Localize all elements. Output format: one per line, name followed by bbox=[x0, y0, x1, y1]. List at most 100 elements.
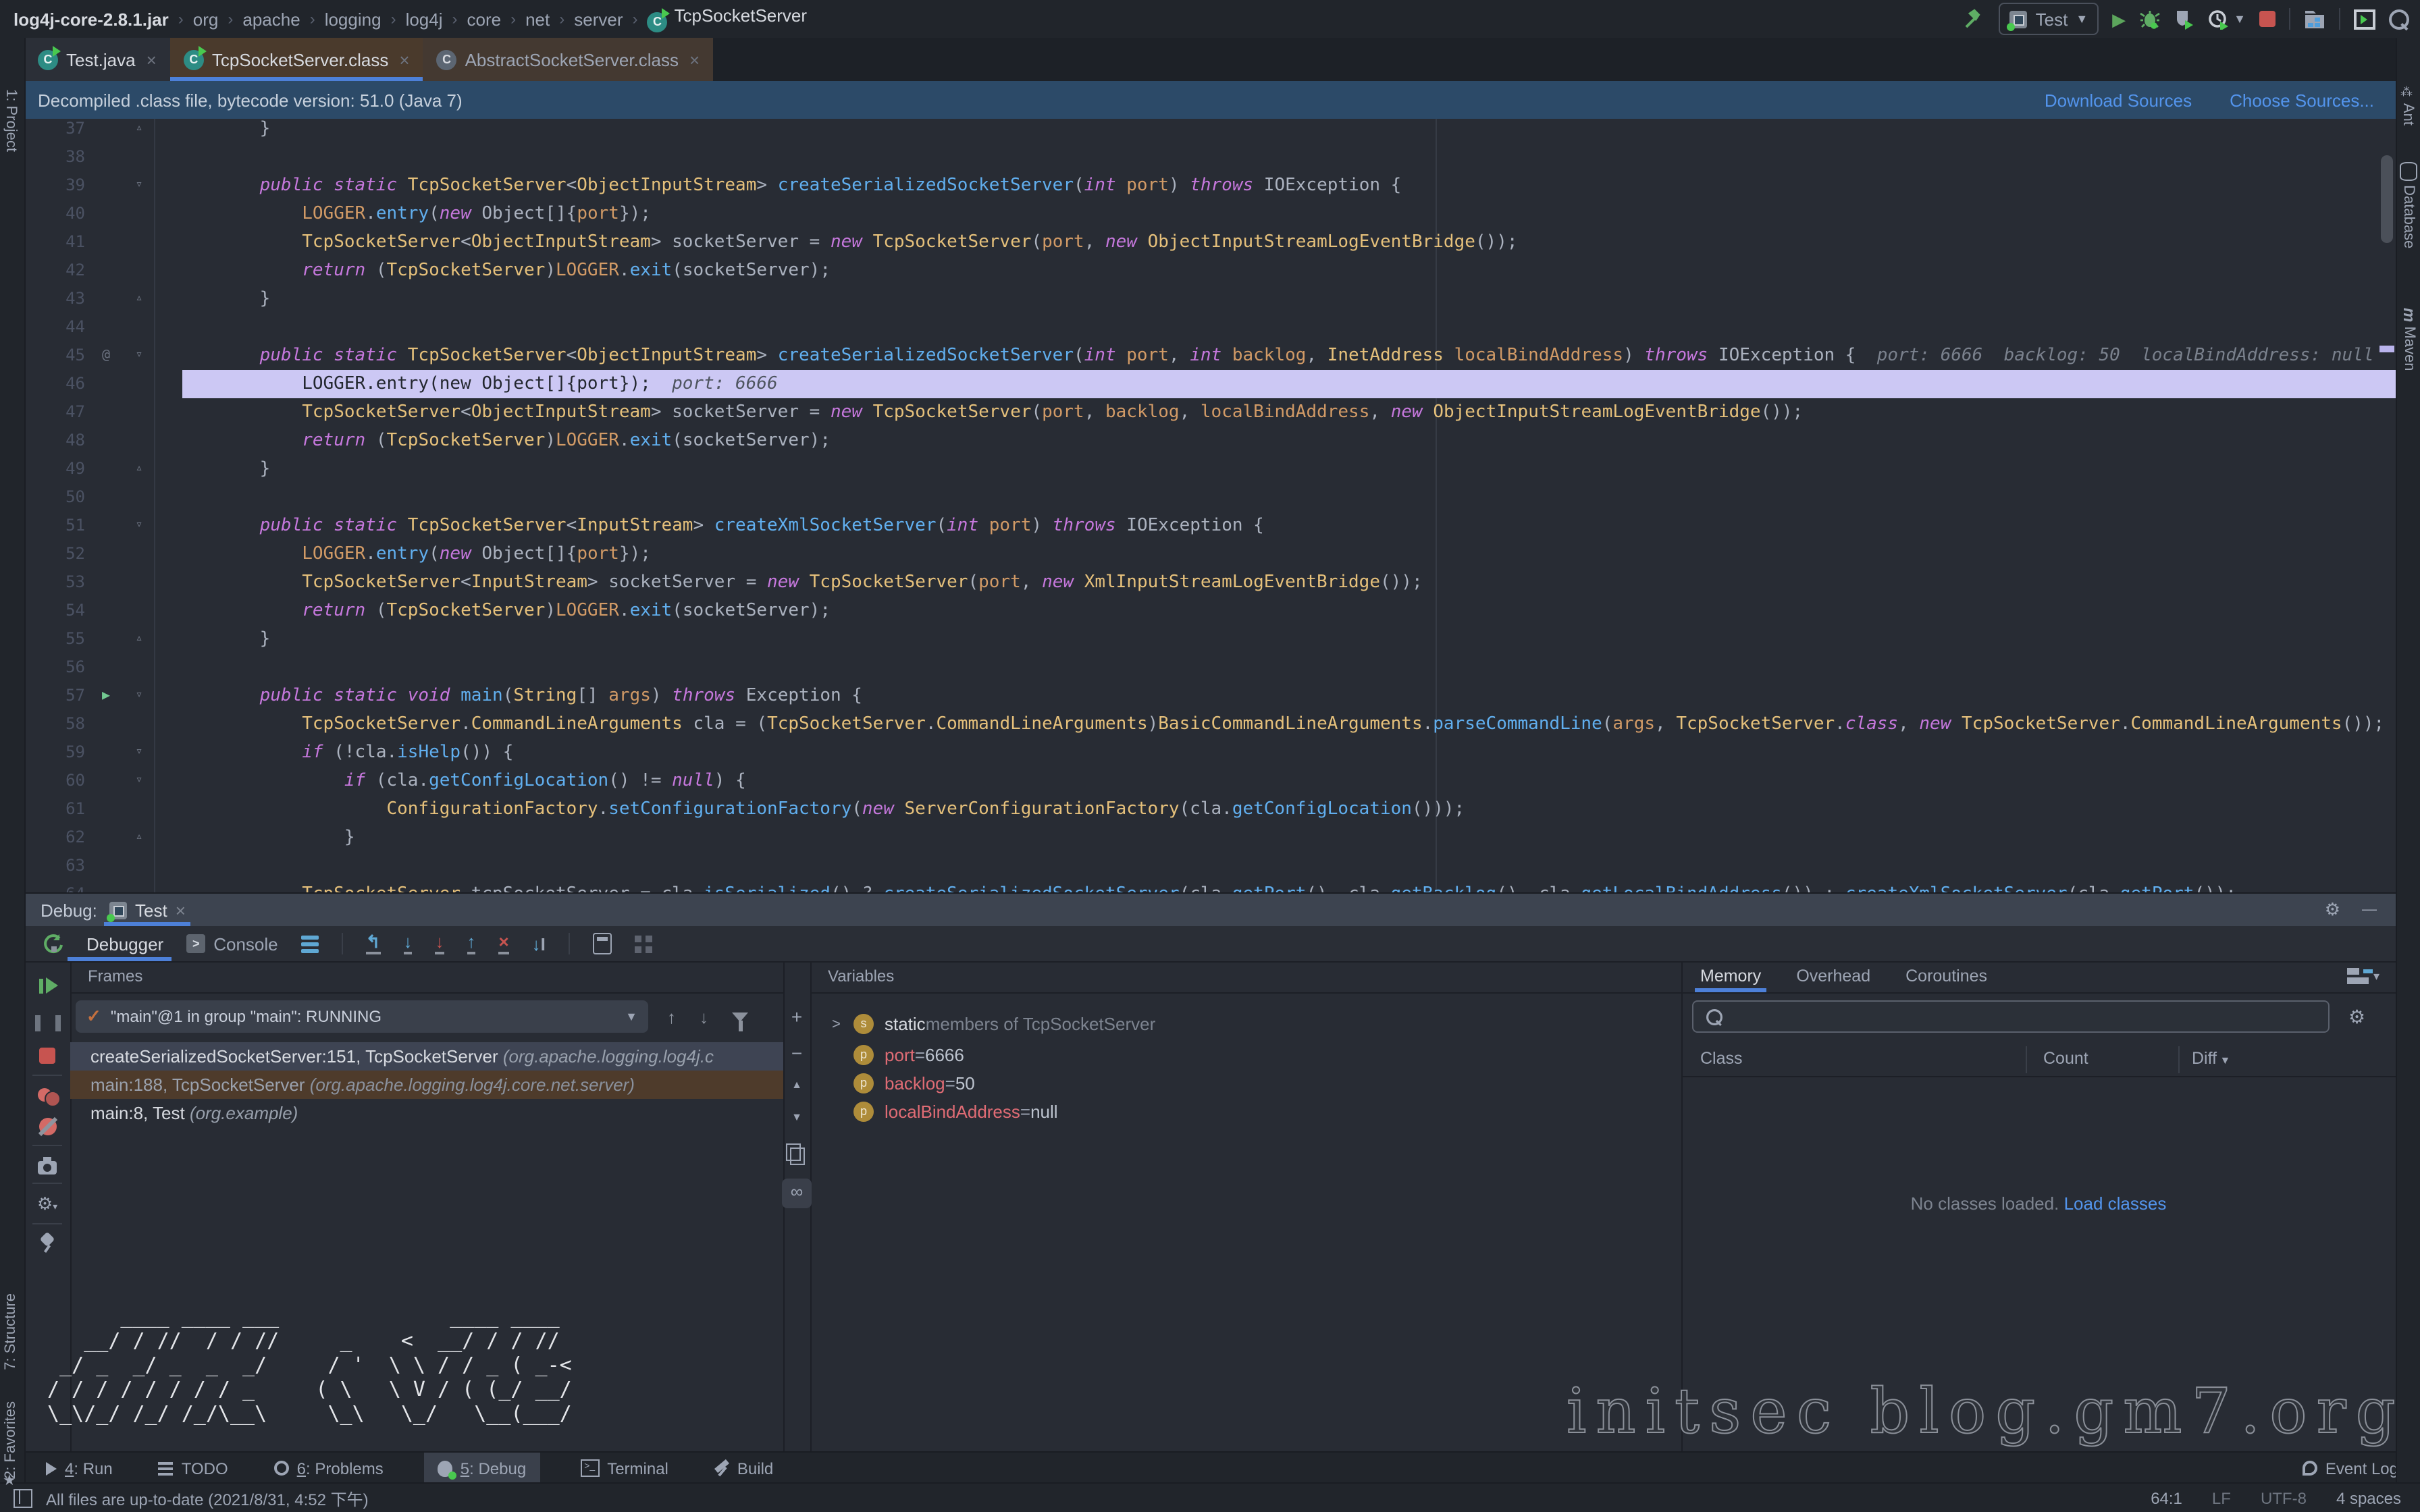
stripe-structure-button[interactable]: 7: Structure bbox=[3, 1293, 19, 1370]
stripe-maven-button[interactable]: m Maven bbox=[2400, 308, 2419, 371]
code-line[interactable]: 53 TcpSocketServer<InputStream> socketSe… bbox=[24, 568, 2396, 597]
memory-tab-Overhead[interactable]: Overhead bbox=[1796, 961, 1870, 992]
breadcrumb[interactable]: log4j-core-2.8.1.jar›org›apache›logging›… bbox=[14, 0, 807, 38]
code-text[interactable]: LOGGER.entry(new Object[]{port}); port: … bbox=[182, 370, 2396, 398]
pin-icon[interactable] bbox=[24, 1234, 70, 1257]
toolbar-button-6: Problems[interactable]: 6: Problems bbox=[269, 1453, 389, 1484]
settings-grid-icon[interactable] bbox=[635, 935, 652, 952]
evaluate-expression-icon[interactable] bbox=[593, 933, 612, 954]
code-line[interactable]: 58 TcpSocketServer.CommandLineArguments … bbox=[24, 710, 2396, 738]
code-text[interactable]: return (TcpSocketServer)LOGGER.exit(sock… bbox=[182, 597, 2396, 625]
prev-frame-icon[interactable]: ↑ bbox=[667, 1000, 676, 1033]
resume-icon[interactable] bbox=[24, 977, 70, 999]
fold-icon[interactable]: ▿ bbox=[124, 171, 154, 200]
code-line[interactable]: 56 bbox=[24, 653, 2396, 682]
duplicate-watch-icon[interactable] bbox=[783, 1148, 810, 1169]
code-line[interactable]: 41 TcpSocketServer<ObjectInputStream> so… bbox=[24, 228, 2396, 256]
fold-icon[interactable]: ▿ bbox=[124, 342, 154, 370]
breadcrumb-item[interactable]: apache bbox=[242, 9, 300, 29]
breadcrumb-item[interactable]: CTcpSocketServer bbox=[648, 5, 808, 32]
banner-link[interactable]: Download Sources bbox=[2045, 90, 2192, 110]
toolbar-button-Build[interactable]: Build bbox=[709, 1453, 779, 1484]
next-frame-icon[interactable]: ↓ bbox=[700, 1000, 708, 1033]
load-classes-link[interactable]: Load classes bbox=[2064, 1193, 2167, 1214]
code-text[interactable] bbox=[182, 313, 2396, 342]
code-line[interactable]: 63 bbox=[24, 852, 2396, 880]
execution-line-marker[interactable] bbox=[2379, 346, 2394, 352]
code-text[interactable]: public static TcpSocketServer<ObjectInpu… bbox=[182, 342, 2396, 370]
chevron-right-icon[interactable]: > bbox=[832, 1016, 853, 1032]
code-text[interactable]: TcpSocketServer<ObjectInputStream> socke… bbox=[182, 228, 2396, 256]
code-text[interactable] bbox=[182, 852, 2396, 880]
code-editor[interactable]: 37▵ }3839▿ public static TcpSocketServer… bbox=[24, 119, 2396, 892]
toolbar-button-5: Debug[interactable]: 5: Debug bbox=[424, 1453, 540, 1484]
code-line[interactable]: 42 return (TcpSocketServer)LOGGER.exit(s… bbox=[24, 256, 2396, 285]
code-line[interactable]: 49▵ } bbox=[24, 455, 2396, 483]
frame-row[interactable]: main:188, TcpSocketServer (org.apache.lo… bbox=[70, 1071, 783, 1099]
close-icon[interactable]: × bbox=[399, 49, 409, 70]
code-line[interactable]: 64 TcpSocketServer tcpSocketServer = cla… bbox=[24, 880, 2396, 892]
code-line[interactable]: 47 TcpSocketServer<ObjectInputStream> so… bbox=[24, 398, 2396, 427]
code-line[interactable]: 50 bbox=[24, 483, 2396, 512]
coverage-button[interactable] bbox=[2174, 8, 2194, 30]
breadcrumb-item[interactable]: server bbox=[574, 9, 623, 29]
stripe-favorites-button[interactable]: 2: Favorites bbox=[3, 1401, 19, 1479]
event-log-button[interactable]: Event Log bbox=[2303, 1453, 2398, 1484]
breadcrumb-item[interactable]: core bbox=[467, 9, 502, 29]
variable-row[interactable]: >sstatic members of TcpSocketServer bbox=[810, 1010, 1155, 1038]
pause-icon[interactable] bbox=[24, 1015, 70, 1035]
mute-breakpoints-icon[interactable] bbox=[24, 1118, 70, 1139]
code-line[interactable]: 51▿ public static TcpSocketServer<InputS… bbox=[24, 512, 2396, 540]
code-line[interactable]: 43▵ } bbox=[24, 285, 2396, 313]
show-watches-icon[interactable]: ∞ bbox=[783, 1181, 810, 1202]
variable-row[interactable]: pport = 6666 bbox=[810, 1041, 964, 1069]
run-anything-icon[interactable] bbox=[2354, 9, 2375, 29]
line-ending[interactable]: LF bbox=[2212, 1489, 2231, 1508]
code-text[interactable]: } bbox=[182, 455, 2396, 483]
code-line[interactable]: 39▿ public static TcpSocketServer<Object… bbox=[24, 171, 2396, 200]
run-to-cursor-icon[interactable]: ↓I bbox=[532, 935, 546, 952]
close-icon[interactable]: × bbox=[689, 49, 700, 70]
fold-icon[interactable]: ▿ bbox=[124, 738, 154, 767]
step-over-icon[interactable]: ↓ bbox=[403, 933, 412, 954]
code-line[interactable]: 62▵ } bbox=[24, 824, 2396, 852]
code-text[interactable]: } bbox=[182, 824, 2396, 852]
thread-selector[interactable]: ✓ "main"@1 in group "main": RUNNING ▼ bbox=[76, 1000, 648, 1033]
drop-frame-icon[interactable]: × bbox=[498, 933, 508, 954]
breadcrumb-item[interactable]: org bbox=[193, 9, 219, 29]
code-text[interactable] bbox=[182, 483, 2396, 512]
variable-row[interactable]: pbacklog = 50 bbox=[810, 1069, 975, 1098]
code-line[interactable]: 48 return (TcpSocketServer)LOGGER.exit(s… bbox=[24, 427, 2396, 455]
stop-button[interactable] bbox=[2259, 11, 2276, 27]
search-everywhere-icon[interactable] bbox=[2389, 9, 2409, 29]
memory-column-Count[interactable]: Count bbox=[2043, 1049, 2088, 1068]
breadcrumb-item[interactable]: logging bbox=[325, 9, 382, 29]
code-text[interactable]: TcpSocketServer tcpSocketServer = cla.is… bbox=[182, 880, 2396, 892]
code-line[interactable]: 44 bbox=[24, 313, 2396, 342]
code-line[interactable]: 37▵ } bbox=[24, 119, 2396, 143]
memory-column-Class[interactable]: Class bbox=[1700, 1049, 1743, 1068]
code-line[interactable]: 38 bbox=[24, 143, 2396, 171]
thread-dump-camera-icon[interactable] bbox=[24, 1158, 70, 1179]
memory-tab-Memory[interactable]: Memory bbox=[1700, 961, 1761, 992]
code-line[interactable]: 60▿ if (cla.getConfigLocation() != null)… bbox=[24, 767, 2396, 795]
editor-tab-AbstractSocketServer.class[interactable]: CAbstractSocketServer.class× bbox=[423, 38, 714, 81]
close-icon[interactable]: × bbox=[176, 900, 186, 920]
file-encoding[interactable]: UTF-8 bbox=[2261, 1489, 2307, 1508]
stripe-database-button[interactable]: Database bbox=[2400, 162, 2417, 248]
caret-position[interactable]: 64:1 bbox=[2151, 1489, 2182, 1508]
close-icon[interactable]: × bbox=[147, 49, 157, 70]
status-panel-icon[interactable] bbox=[14, 1489, 32, 1508]
fold-icon[interactable]: ▵ bbox=[124, 824, 154, 852]
code-line[interactable]: 40 LOGGER.entry(new Object[]{port}); bbox=[24, 200, 2396, 228]
fold-icon[interactable]: ▵ bbox=[124, 119, 154, 143]
code-text[interactable]: public static void main(String[] args) t… bbox=[182, 682, 2396, 710]
code-text[interactable]: return (TcpSocketServer)LOGGER.exit(sock… bbox=[182, 427, 2396, 455]
breadcrumb-item[interactable]: log4j-core-2.8.1.jar bbox=[14, 9, 169, 29]
memory-search-input[interactable] bbox=[1733, 1006, 2317, 1027]
code-line[interactable]: 59▿ if (!cla.isHelp()) { bbox=[24, 738, 2396, 767]
debug-gear-icon[interactable]: ⚙▾ bbox=[24, 1193, 70, 1215]
project-structure-icon[interactable] bbox=[2304, 9, 2325, 29]
chevron-down-icon[interactable]: ▼ bbox=[2234, 12, 2246, 26]
code-text[interactable]: return (TcpSocketServer)LOGGER.exit(sock… bbox=[182, 256, 2396, 285]
